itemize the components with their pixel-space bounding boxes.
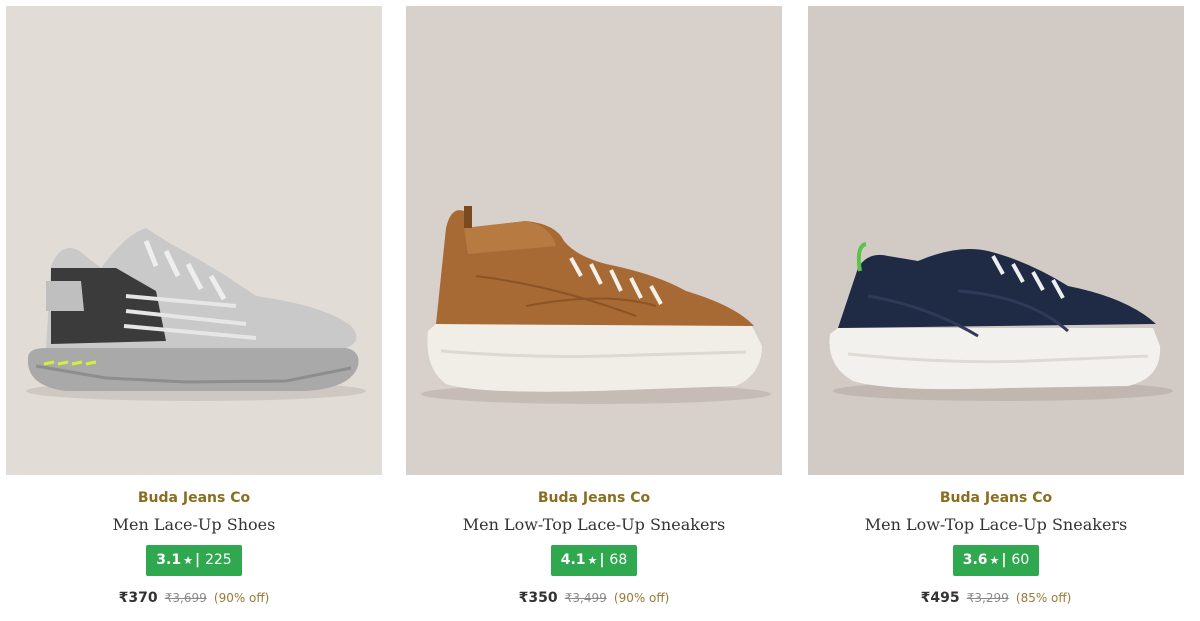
original-price: ₹3,699 [164, 591, 207, 605]
brand-name[interactable]: Buda Jeans Co [406, 490, 782, 506]
original-price: ₹3,299 [966, 591, 1009, 605]
review-count: 225 [204, 552, 232, 568]
rating-value: 4.1 [560, 552, 586, 568]
sale-price: ₹370 [118, 590, 158, 606]
product-card[interactable]: Buda Jeans Co Men Lace-Up Shoes 3.1 ★ | 22… [6, 6, 382, 616]
rating-row: 3.6 ★ | 60 [808, 545, 1184, 576]
review-count: 68 [609, 552, 628, 568]
price-row: ₹350 ₹3,499 (90% off) [406, 590, 782, 606]
rating-row: 3.1 ★ | 225 [6, 545, 382, 576]
discount-label: (90% off) [613, 591, 670, 605]
rating-badge: 3.6 ★ | 60 [952, 545, 1040, 576]
product-card[interactable]: Buda Jeans Co Men Low-Top Lace-Up Sneake… [406, 6, 782, 616]
product-title[interactable]: Men Low-Top Lace-Up Sneakers [808, 515, 1184, 534]
product-image[interactable] [808, 6, 1184, 475]
star-icon: ★ [587, 554, 598, 567]
navy-sneaker-image [808, 6, 1184, 475]
tan-high-top-sneaker-image [406, 6, 782, 475]
star-icon: ★ [989, 554, 1000, 567]
price-row: ₹495 ₹3,299 (85% off) [808, 590, 1184, 606]
product-card[interactable]: Buda Jeans Co Men Low-Top Lace-Up Sneake… [808, 6, 1184, 616]
rating-row: 4.1 ★ | 68 [406, 545, 782, 576]
rating-value: 3.1 [156, 552, 182, 568]
product-image[interactable] [6, 6, 382, 475]
product-title[interactable]: Men Low-Top Lace-Up Sneakers [406, 515, 782, 534]
product-grid: Buda Jeans Co Men Lace-Up Shoes 3.1 ★ | 22… [0, 0, 1200, 621]
sale-price: ₹495 [920, 590, 960, 606]
discount-label: (85% off) [1015, 591, 1072, 605]
brand-name[interactable]: Buda Jeans Co [6, 490, 382, 506]
review-count: 60 [1011, 552, 1030, 568]
discount-label: (90% off) [213, 591, 270, 605]
star-icon: ★ [183, 554, 193, 567]
original-price: ₹3,499 [564, 591, 607, 605]
rating-value: 3.6 [962, 552, 988, 568]
product-title[interactable]: Men Lace-Up Shoes [6, 515, 382, 534]
price-row: ₹370 ₹3,699 (90% off) [6, 590, 382, 606]
rating-badge: 3.1 ★ | 225 [146, 545, 242, 576]
grey-sneaker-image [6, 6, 382, 475]
product-image[interactable] [406, 6, 782, 475]
rating-badge: 4.1 ★ | 68 [550, 545, 638, 576]
brand-name[interactable]: Buda Jeans Co [808, 490, 1184, 506]
sale-price: ₹350 [518, 590, 558, 606]
